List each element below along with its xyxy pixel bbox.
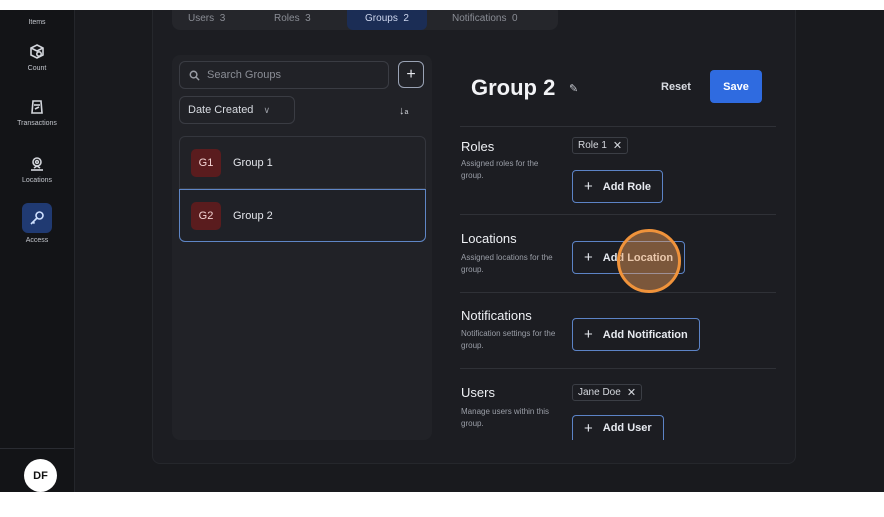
sort-label: Date Created: [188, 104, 254, 116]
tab-roles[interactable]: Roles 3: [274, 10, 311, 30]
remove-chip-icon[interactable]: ✕: [627, 386, 636, 399]
sidebar-item-access[interactable]: Access: [0, 203, 74, 244]
section-divider: [460, 214, 776, 215]
section-divider: [460, 126, 776, 127]
chevron-down-icon: ∨: [263, 104, 271, 115]
locations-section-title: Locations: [461, 231, 517, 246]
sidebar-item-label: Items: [28, 19, 46, 26]
search-input[interactable]: Search Groups: [179, 61, 389, 89]
transactions-icon: [31, 100, 43, 114]
roles-section-title: Roles: [461, 139, 495, 154]
section-divider: [460, 292, 776, 293]
reset-button[interactable]: Reset: [661, 81, 691, 93]
group-row-group-2[interactable]: G2 Group 2: [179, 189, 426, 242]
add-role-button[interactable]: + Add Role: [572, 170, 664, 203]
notifications-section-title: Notifications: [461, 308, 532, 323]
search-placeholder: Search Groups: [207, 69, 281, 81]
key-icon: [30, 211, 44, 225]
avatar[interactable]: DF: [24, 459, 57, 492]
sidebar-item-transactions[interactable]: Transactions: [0, 98, 74, 127]
sidebar-item-label: Count: [27, 65, 47, 72]
sidebar-item-label: Locations: [22, 177, 52, 184]
user-chip: Jane Doe ✕: [572, 384, 643, 401]
sidebar-item-items[interactable]: Items: [0, 15, 74, 26]
sort-select[interactable]: Date Created ∨: [179, 96, 295, 124]
sidebar: Items Count Transactions Locations Acces…: [0, 10, 75, 492]
group-title: Group 2: [471, 75, 556, 100]
role-chip: Role 1 ✕: [572, 137, 629, 154]
sidebar-item-label: Transactions: [17, 120, 57, 127]
tab-users[interactable]: Users 3: [188, 10, 225, 30]
plus-icon: +: [584, 419, 593, 437]
tab-groups[interactable]: Groups 2: [347, 10, 427, 30]
add-location-button[interactable]: + Add Location: [572, 241, 686, 274]
location-pin-icon: [31, 157, 43, 171]
add-notification-button[interactable]: + Add Notification: [572, 318, 700, 351]
sidebar-divider: [0, 448, 74, 449]
remove-chip-icon[interactable]: ✕: [613, 139, 622, 152]
tab-bar: Users 3 Roles 3 Groups 2 Notifications 0: [172, 10, 558, 30]
users-section-title: Users: [461, 385, 495, 400]
roles-section-desc: Assigned roles for the group.: [461, 159, 539, 180]
sort-order-icon[interactable]: ↓a: [399, 105, 408, 117]
search-icon: [189, 70, 200, 81]
count-box-icon: [30, 44, 44, 59]
plus-icon: +: [584, 326, 593, 343]
section-divider: [460, 368, 776, 369]
group-badge: G1: [191, 148, 221, 177]
sidebar-item-locations[interactable]: Locations: [0, 155, 74, 184]
notifications-section-desc: Notification settings for the group.: [461, 329, 556, 350]
add-user-button[interactable]: + Add User: [572, 415, 664, 440]
plus-icon: +: [584, 178, 593, 195]
sidebar-item-count[interactable]: Count: [0, 43, 74, 72]
app-window: Items Count Transactions Locations Acces…: [0, 10, 884, 492]
plus-icon: +: [584, 249, 593, 266]
edit-pencil-icon[interactable]: ✎: [569, 82, 578, 95]
sidebar-item-label: Access: [25, 237, 49, 244]
group-name: Group 2: [233, 209, 273, 222]
group-badge: G2: [191, 201, 221, 230]
add-group-button[interactable]: +: [398, 61, 424, 88]
group-row-group-1[interactable]: G1 Group 1: [179, 136, 426, 189]
tab-notifications[interactable]: Notifications 0: [452, 10, 518, 30]
active-indicator: [22, 203, 52, 233]
save-button[interactable]: Save: [710, 70, 762, 103]
users-section-desc: Manage users within this group.: [461, 407, 550, 428]
group-name: Group 1: [233, 156, 273, 169]
locations-section-desc: Assigned locations for the group.: [461, 253, 553, 274]
